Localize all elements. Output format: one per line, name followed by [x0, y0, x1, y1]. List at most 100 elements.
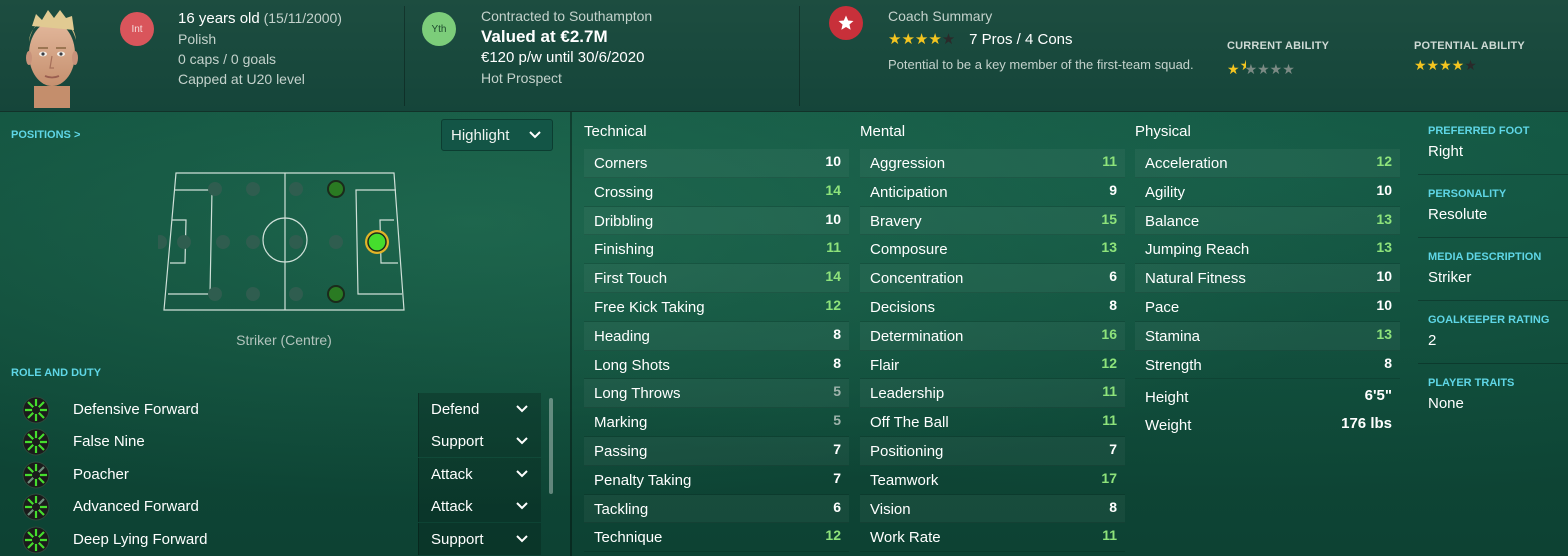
attribute-row[interactable]: Balance 13 — [1135, 206, 1400, 236]
attribute-value: 13 — [1101, 239, 1117, 256]
attribute-row[interactable]: Free Kick Taking 12 — [584, 293, 849, 322]
player-traits: PLAYER TRAITS None — [1418, 364, 1568, 427]
attribute-row[interactable]: Leadership 11 — [860, 379, 1125, 409]
duty-dropdown[interactable]: Defend — [418, 393, 541, 425]
attribute-row[interactable]: Anticipation 9 — [860, 178, 1125, 207]
pros-cons: 7 Pros / 4 Cons — [969, 31, 1073, 48]
coach-summary[interactable]: Coach Summary ★★★★★ 7 Pros / 4 Cons Pote… — [888, 6, 1198, 75]
attribute-name: Free Kick Taking — [594, 298, 705, 316]
panel-divider — [570, 112, 572, 556]
role-row[interactable]: Defensive Forward Defend — [0, 393, 548, 426]
attribute-name: Heading — [594, 327, 650, 345]
attribute-name: First Touch — [594, 270, 668, 288]
attribute-value: 12 — [825, 527, 841, 544]
attribute-name: Stamina — [1145, 327, 1201, 345]
potential-ability-stars: ★★★★★ — [1414, 57, 1477, 73]
role-row[interactable]: Deep Lying Forward Support — [0, 523, 548, 556]
attribute-row[interactable]: Acceleration 12 — [1135, 149, 1400, 178]
attribute-row[interactable]: Jumping Reach 13 — [1135, 235, 1400, 265]
duty-label: Attack — [431, 466, 473, 483]
attribute-row[interactable]: Work Rate 11 — [860, 523, 1125, 553]
attribute-name: Bravery — [870, 212, 922, 230]
height-weight: Height 6'5" Weight 176 lbs — [1135, 383, 1400, 439]
attribute-row[interactable]: Dribbling 10 — [584, 206, 849, 236]
attribute-value: 6 — [1109, 268, 1117, 285]
attribute-row[interactable]: Agility 10 — [1135, 178, 1400, 207]
attribute-name: Teamwork — [870, 471, 939, 489]
attribute-row[interactable]: Pace 10 — [1135, 293, 1400, 322]
attribute-row[interactable]: Strength 8 — [1135, 351, 1400, 380]
duty-label: Attack — [431, 498, 473, 515]
attribute-name: Dribbling — [594, 212, 654, 230]
attribute-row[interactable]: Positioning 7 — [860, 436, 1125, 466]
attribute-row[interactable]: Aggression 11 — [860, 149, 1125, 178]
coach-summary-stars: ★★★★★ — [888, 31, 956, 48]
attribute-row[interactable]: Tackling 6 — [584, 494, 849, 524]
attribute-row[interactable]: Long Shots 8 — [584, 351, 849, 380]
attribute-name: Balance — [1145, 212, 1200, 230]
technical-attributes: Corners 10 Crossing 14 Dribbling 10 Finishing 1… — [584, 149, 849, 553]
player-dob: (15/11/2000) — [263, 10, 342, 26]
attribute-value: 8 — [1384, 354, 1392, 371]
attribute-row[interactable]: Marking 5 — [584, 408, 849, 437]
player-traits-label: PLAYER TRAITS — [1428, 377, 1515, 389]
attribute-value: 8 — [833, 354, 841, 371]
attribute-value: 10 — [825, 210, 841, 227]
player-caps: 0 caps / 0 goals — [178, 51, 277, 67]
attribute-row[interactable]: Decisions 8 — [860, 293, 1125, 322]
attribute-row[interactable]: Concentration 6 — [860, 264, 1125, 293]
attribute-value: 9 — [1109, 181, 1117, 198]
attribute-row[interactable]: Vision 8 — [860, 494, 1125, 524]
positions-link[interactable]: POSITIONS > — [11, 129, 80, 141]
highlight-dropdown[interactable]: Highlight — [441, 119, 553, 151]
role-name: Defensive Forward — [73, 401, 199, 418]
attribute-row[interactable]: Composure 13 — [860, 235, 1125, 265]
attribute-row[interactable]: Crossing 14 — [584, 178, 849, 207]
positions-pitch — [158, 172, 405, 311]
attribute-row[interactable]: Determination 16 — [860, 321, 1125, 351]
attribute-row[interactable]: Natural Fitness 10 — [1135, 264, 1400, 293]
role-row[interactable]: False Nine Support — [0, 425, 548, 458]
duty-dropdown[interactable]: Attack — [418, 490, 541, 522]
attribute-row[interactable]: Flair 12 — [860, 351, 1125, 380]
attribute-row[interactable]: Passing 7 — [584, 436, 849, 466]
role-row[interactable]: Poacher Attack — [0, 458, 548, 491]
attribute-value: 12 — [825, 296, 841, 313]
role-row[interactable]: Advanced Forward Attack — [0, 490, 548, 523]
attribute-value: 10 — [1376, 268, 1392, 285]
attribute-row[interactable]: Technique 12 — [584, 523, 849, 553]
player-info-panel: PREFERRED FOOT Right PERSONALITY Resolut… — [1418, 112, 1568, 427]
duty-label: Support — [431, 531, 484, 548]
attribute-row[interactable]: Heading 8 — [584, 321, 849, 351]
mental-attributes: Aggression 11 Anticipation 9 Bravery 15 Compos… — [860, 149, 1125, 553]
attribute-row[interactable]: Bravery 15 — [860, 206, 1125, 236]
attribute-row[interactable]: Corners 10 — [584, 149, 849, 178]
attribute-row[interactable]: Finishing 11 — [584, 235, 849, 265]
attribute-row[interactable]: Long Throws 5 — [584, 379, 849, 409]
attribute-value: 8 — [1109, 296, 1117, 313]
goalkeeper-rating-value: 2 — [1428, 332, 1437, 349]
attribute-value: 7 — [833, 469, 841, 486]
attribute-row[interactable]: First Touch 14 — [584, 264, 849, 293]
attribute-value: 10 — [825, 153, 841, 169]
role-list-scrollbar[interactable] — [549, 398, 553, 494]
role-rating-icon — [22, 493, 50, 521]
international-badge[interactable]: Int — [120, 12, 154, 46]
youth-badge[interactable]: Yth — [422, 12, 456, 46]
attribute-row[interactable]: Penalty Taking 7 — [584, 466, 849, 495]
attribute-row[interactable]: Stamina 13 — [1135, 321, 1400, 351]
attribute-name: Passing — [594, 442, 648, 460]
attribute-row[interactable]: Teamwork 17 — [860, 466, 1125, 495]
preferred-foot-label: PREFERRED FOOT — [1428, 125, 1530, 137]
duty-dropdown[interactable]: Attack — [418, 458, 541, 490]
weight-row: Weight 176 lbs — [1135, 411, 1400, 439]
attribute-value: 13 — [1376, 210, 1392, 227]
attribute-row[interactable]: Off The Ball 11 — [860, 408, 1125, 437]
duty-dropdown[interactable]: Support — [418, 523, 541, 555]
attribute-value: 7 — [833, 440, 841, 457]
attribute-name: Pace — [1145, 298, 1180, 316]
player-portrait — [26, 10, 78, 108]
attribute-value: 5 — [833, 412, 841, 429]
weight-value: 176 lbs — [1341, 415, 1392, 432]
duty-dropdown[interactable]: Support — [418, 425, 541, 457]
